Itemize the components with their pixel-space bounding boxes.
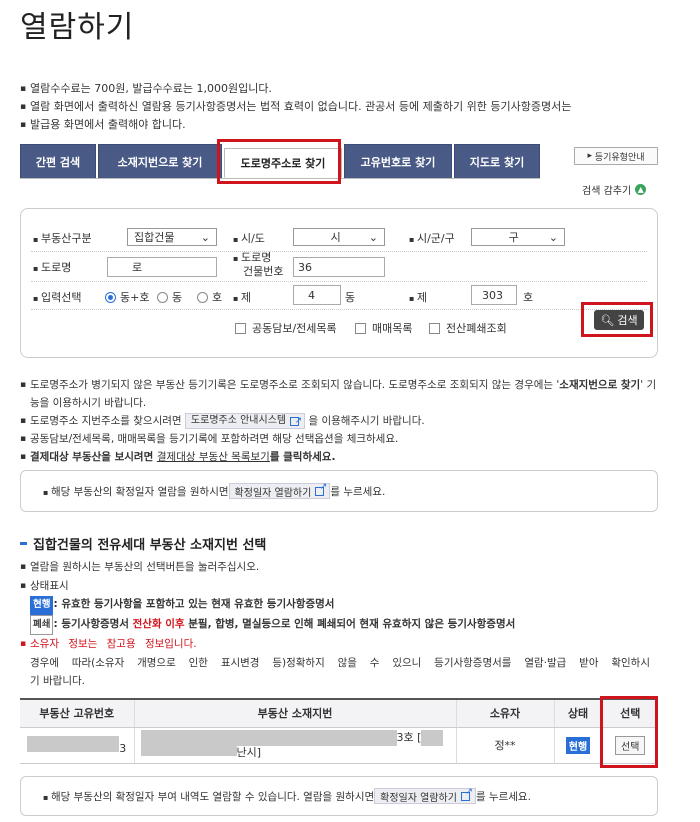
chevron-up-icon: ▲ [635, 184, 647, 195]
header-unique-number: 부동산 고유번호 [20, 698, 134, 728]
info-address-system: 도로명주소 지번주소를 찾으시려면 도로명주소 안내시스템 을 이용해주시기 바… [20, 412, 680, 431]
ho-suffix: 호 [523, 291, 534, 304]
cell-owner: 정** [455, 727, 554, 764]
legend-owner-detail-cont: 기 바랍니다. [30, 675, 85, 687]
ho-input[interactable]: 303 [471, 285, 517, 305]
road-name-input[interactable]: 로 [107, 257, 217, 277]
legend-owner-detail: 경우에 따라(소유자 개명으로 인한 표시변경 등)정확하지 않을 수 있으니 … [30, 656, 650, 669]
search-form: 부동산구분 집합건물⌄ 시/도 시⌄ 시/군/구 구⌄ 도로명 로 도로명건물번… [20, 208, 658, 358]
hide-search-label: 검색 감추기 [582, 186, 632, 197]
chevron-down-icon: ⌄ [368, 230, 378, 244]
radio-checked-icon [105, 291, 116, 303]
confirm-date-view-button[interactable]: 확정일자 열람하기 [374, 787, 476, 804]
redacted-block [27, 735, 120, 752]
dong-prefix: 제 [233, 289, 251, 305]
checkbox-joint-collateral[interactable]: 공동담보/전세목록 [235, 320, 337, 336]
sigungu-select[interactable]: 구 ⌄ [471, 228, 565, 246]
property-table: 부동산 고유번호 부동산 소재지번 소유자 상태 선택 3 3호 [ 난시] 정… [20, 698, 658, 764]
road-address-system-button[interactable]: 도로명주소 안내시스템 [184, 412, 306, 430]
page-title: 열람하기 [20, 10, 135, 45]
radio-unchecked-icon [197, 291, 208, 303]
building-number-input[interactable]: 36 [293, 257, 385, 277]
input-select-label: 입력선택 [33, 289, 81, 305]
header-state: 상태 [553, 698, 602, 728]
fee-notes: 열람수수료는 700원, 발급수수료는 1,000원입니다. 열람 화면에서 출… [20, 80, 660, 134]
checkbox-sales-list[interactable]: 매매목록 [355, 320, 412, 336]
chevron-down-icon: ⌄ [548, 230, 558, 244]
cell-unique-number: 3 [20, 727, 134, 764]
tab-lot-number[interactable]: 소재지번으로 찾기 [98, 144, 222, 178]
status-legend: 열람을 원하시는 부동산의 선택버튼을 눌러주십시오. 상태표시 현행: 유효한… [20, 558, 680, 691]
section-marker [20, 542, 27, 545]
building-number-label: 도로명건물번호 [233, 251, 284, 278]
search-info: 도로명주소가 병기되지 않은 부동산 등기기록은 도로명주소로 조회되지 않습니… [20, 376, 680, 466]
note-validity-cont: 발급용 화면에서 출력해야 합니다. [20, 116, 660, 134]
info-road-address: 도로명주소가 병기되지 않은 부동산 등기기록은 도로명주소로 조회되지 않습니… [20, 376, 680, 412]
confirm-date-box-2: 해당 부동산의 확정일자 부여 내역도 열람할 수 있습니다. 열람을 원하시면… [20, 776, 658, 816]
sigungu-label: 시/군/구 [409, 230, 455, 246]
legend-owner-note: 소유자 정보는 참고용 정보입니다. [20, 635, 680, 654]
sido-label: 시/도 [233, 230, 265, 246]
current-badge: 현행 [30, 596, 54, 615]
table-row: 3 3호 [ 난시] 정** 현행 선택 [20, 727, 658, 764]
legend-instruction: 열람을 원하시는 부동산의 선택버튼을 눌러주십시오. [20, 558, 680, 577]
header-owner: 소유자 [455, 698, 554, 728]
note-fee: 열람수수료는 700원, 발급수수료는 1,000원입니다. [20, 80, 660, 98]
legend-status-title: 상태표시 [20, 577, 680, 596]
road-name-label: 도로명 [33, 259, 71, 275]
highlight-box-tab [217, 139, 341, 184]
checkbox-icon [429, 322, 440, 334]
payment-list-link[interactable]: 결제대상 부동산 목록보기 [157, 451, 270, 463]
property-type-label: 부동산구분 [33, 230, 92, 246]
redacted-block [140, 730, 397, 746]
header-address: 부동산 소재지번 [133, 698, 456, 728]
external-link-icon [315, 482, 327, 496]
closed-badge: 폐쇄 [30, 614, 54, 635]
cell-state: 현행 [553, 727, 602, 764]
divider [31, 309, 647, 310]
chevron-down-icon: ⌄ [200, 230, 210, 244]
hide-search-toggle[interactable]: 검색 감추기 ▲ [582, 182, 647, 197]
info-options: 공동담보/전세목록, 매매목록을 등기기록에 포함하려면 해당 선택옵션을 체크… [20, 430, 680, 448]
checkbox-closed-records[interactable]: 전산폐쇄조회 [429, 320, 507, 336]
dong-input[interactable]: 4 [293, 285, 341, 305]
highlight-box-search [581, 302, 653, 337]
redacted-block [421, 730, 444, 746]
ho-prefix: 제 [409, 289, 427, 305]
confirm-date-view-button[interactable]: 확정일자 열람하기 [228, 482, 331, 499]
checkbox-icon [355, 322, 366, 334]
property-type-select[interactable]: 집합건물 ⌄ [127, 228, 217, 246]
radio-unchecked-icon [157, 291, 168, 303]
highlight-box-select [600, 696, 658, 768]
divider [31, 251, 647, 252]
registry-type-guide-button[interactable]: ▸ 등기유형안내 [574, 147, 658, 165]
confirm-date-box-1: 해당 부동산의 확정일자 열람을 원하시면 확정일자 열람하기 를 누르세요. [20, 470, 658, 512]
note-validity: 열람 화면에서 출력하신 열람용 등기사항증명서는 법적 효력이 없습니다. 관… [20, 98, 660, 116]
info-payment: 결제대상 부동산을 보시려면 결제대상 부동산 목록보기를 클릭하세요. [20, 448, 680, 466]
radio-ho[interactable]: 호 [197, 289, 222, 305]
external-link-icon [460, 787, 473, 801]
divider [31, 281, 647, 282]
external-link-icon [290, 412, 302, 430]
redacted-block [140, 746, 237, 756]
checkbox-icon [235, 322, 246, 334]
section-title: 집합건물의 전유세대 부동산 소재지번 선택 [20, 534, 266, 553]
sido-select[interactable]: 시 ⌄ [293, 228, 385, 246]
dong-suffix: 동 [345, 291, 356, 304]
radio-dong[interactable]: 동 [157, 289, 182, 305]
tab-map[interactable]: 지도로 찾기 [454, 144, 540, 178]
legend-current: 현행: 유효한 등기사항을 포함하고 있는 현재 유효한 등기사항증명서 [20, 595, 680, 615]
tab-unique-number[interactable]: 고유번호로 찾기 [344, 144, 452, 178]
tab-simple-search[interactable]: 간편 검색 [20, 144, 96, 178]
current-badge: 현행 [565, 736, 591, 754]
radio-dong-ho[interactable]: 동+호 [105, 289, 149, 305]
legend-closed: 폐쇄: 등기사항증명서 전산화 이후 분필, 합병, 멸실등으로 인해 폐쇄되어… [20, 614, 680, 635]
cell-address: 3호 [ 난시] [133, 727, 456, 764]
